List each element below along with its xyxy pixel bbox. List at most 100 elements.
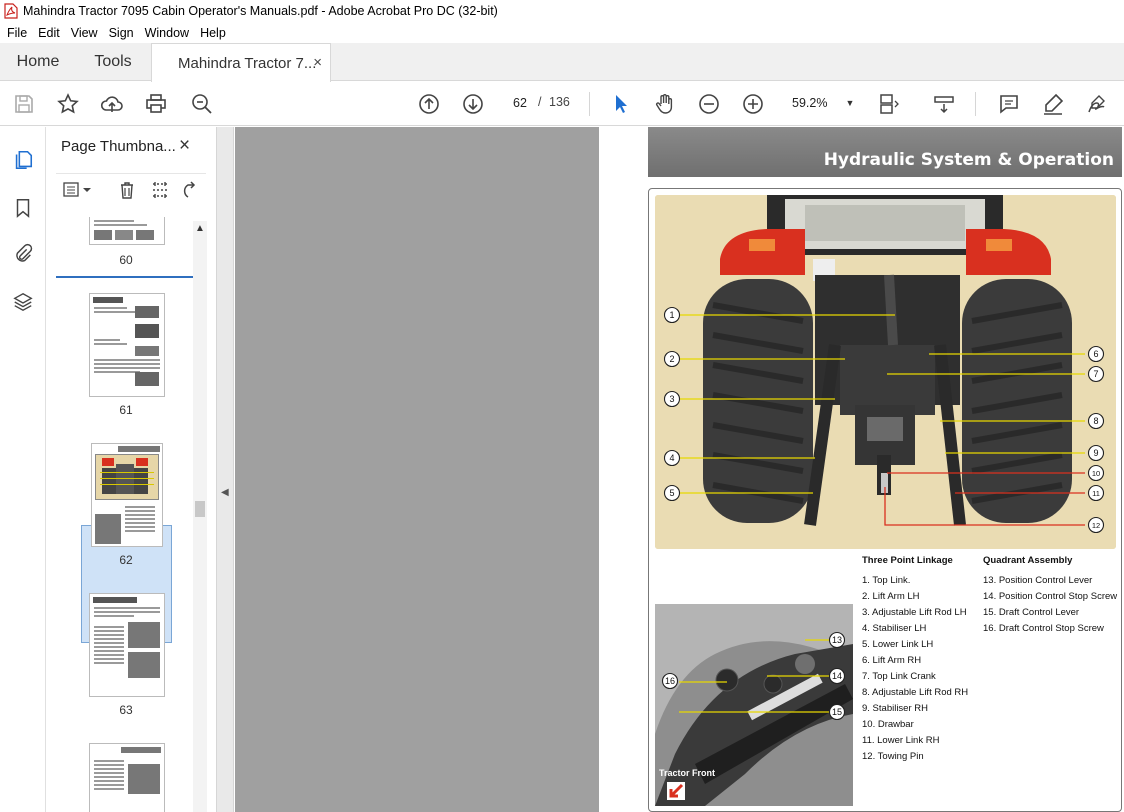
thumbnail-page[interactable] xyxy=(89,217,165,245)
tractor-front-caption: Tractor Front xyxy=(659,768,715,778)
toolbar-divider xyxy=(975,92,976,116)
list-item: 14. Position Control Stop Screw xyxy=(983,591,1118,602)
callout-label: 14 xyxy=(832,671,842,681)
tractor-illustration: 1 2 3 4 5 6 7 8 9 10 11 12 xyxy=(655,195,1116,549)
list-item: 1. Top Link. xyxy=(862,575,911,586)
list-item: 16. Draft Control Stop Screw xyxy=(983,623,1104,634)
tab-document[interactable]: Mahindra Tractor 7... × xyxy=(151,43,331,82)
zoom-value: 59.2% xyxy=(792,96,828,110)
tab-home[interactable]: Home xyxy=(0,43,76,81)
title-bar: Mahindra Tractor 7095 Cabin Operator's M… xyxy=(0,0,1124,22)
page-thumbnails-icon[interactable] xyxy=(10,147,36,173)
menu-window[interactable]: Window xyxy=(141,26,193,40)
attachment-icon[interactable] xyxy=(10,241,36,267)
thumbnail-progress-bar xyxy=(56,276,193,278)
highlight-pen-icon[interactable] xyxy=(1039,90,1067,118)
callout-label: 12 xyxy=(1092,521,1100,530)
rotate-icon[interactable] xyxy=(180,180,202,200)
list-item: 11. Lower Link RH xyxy=(862,735,940,746)
window-title: Mahindra Tractor 7095 Cabin Operator's M… xyxy=(23,4,498,18)
pdf-page: Hydraulic System & Operation 1 2 3 4 5 6… xyxy=(599,127,1124,812)
callout-label: 10 xyxy=(1092,469,1100,478)
thumbnail-list: 60 61 62 63 xyxy=(46,217,196,812)
callout-label: 5 xyxy=(669,488,674,498)
zoom-in-icon[interactable] xyxy=(739,90,767,118)
page-up-icon[interactable] xyxy=(415,90,443,118)
bookmark-icon[interactable] xyxy=(10,195,36,221)
pdf-app-icon xyxy=(4,3,18,19)
hand-icon[interactable] xyxy=(651,90,679,118)
callout-label: 8 xyxy=(1093,416,1098,426)
menu-sign[interactable]: Sign xyxy=(105,26,138,40)
menu-file[interactable]: File xyxy=(3,26,31,40)
chevron-up-icon[interactable]: ▲ xyxy=(195,223,205,234)
section-title: Hydraulic System & Operation xyxy=(823,150,1114,170)
list-item: 5. Lower Link LH xyxy=(862,639,934,650)
menu-help[interactable]: Help xyxy=(196,26,230,40)
upload-icon[interactable] xyxy=(98,90,126,118)
callout-label: 11 xyxy=(1092,489,1100,498)
insert-pages-icon[interactable] xyxy=(149,180,171,200)
page-down-icon[interactable] xyxy=(459,90,487,118)
thumbnail-label: 62 xyxy=(119,553,133,567)
callout-label: 7 xyxy=(1093,369,1098,379)
panel-splitter[interactable]: ◀ xyxy=(216,127,234,812)
document-view[interactable]: Hydraulic System & Operation 1 2 3 4 5 6… xyxy=(235,127,1124,812)
list-item: 2. Lift Arm LH xyxy=(862,591,920,602)
total-pages: 136 xyxy=(549,95,570,109)
collapse-panel-icon[interactable]: ◀ xyxy=(221,487,229,498)
list-item: 6. Lift Arm RH xyxy=(862,655,922,666)
tab-bar: Home Tools Mahindra Tractor 7... × xyxy=(0,43,1124,82)
sign-icon[interactable] xyxy=(1083,90,1111,118)
list-item: 13. Position Control Lever xyxy=(983,575,1093,586)
layers-icon[interactable] xyxy=(10,289,36,315)
callout-label: 4 xyxy=(669,453,674,463)
thumbnail-page[interactable] xyxy=(89,593,165,697)
callout-label: 3 xyxy=(669,394,674,404)
thumbnail-page-selected[interactable] xyxy=(91,443,163,547)
scrollbar-thumb[interactable] xyxy=(195,501,205,517)
list-item: 9. Stabiliser RH xyxy=(862,703,928,714)
delete-icon[interactable] xyxy=(116,180,138,200)
search-zoom-icon[interactable] xyxy=(188,90,216,118)
tab-close-icon[interactable]: × xyxy=(313,54,322,71)
list-item: 10. Drawbar xyxy=(862,719,914,730)
fit-width-icon[interactable] xyxy=(874,90,902,118)
quadrant-list: 13. Position Control Lever 14. Position … xyxy=(983,573,1117,637)
tab-document-label: Mahindra Tractor 7... xyxy=(178,54,317,72)
close-icon[interactable]: × xyxy=(179,135,190,157)
zoom-out-icon[interactable] xyxy=(695,90,723,118)
list-item: 3. Adjustable Lift Rod LH xyxy=(862,607,967,618)
star-icon[interactable] xyxy=(54,90,82,118)
quadrant-image: 13 14 15 16 Tractor Front xyxy=(655,604,853,806)
thumbnail-label: 61 xyxy=(119,403,133,417)
scroll-mode-icon[interactable] xyxy=(930,90,958,118)
callout-label: 1 xyxy=(669,310,674,320)
quadrant-illustration: 13 14 15 16 Tractor Front xyxy=(655,604,853,806)
save-icon[interactable] xyxy=(10,90,38,118)
left-rail xyxy=(0,127,46,812)
thumbnail-page[interactable] xyxy=(89,293,165,397)
thumbnail-options-icon[interactable] xyxy=(60,180,96,200)
thumbnail-page[interactable] xyxy=(89,743,165,812)
list-item: 4. Stabiliser LH xyxy=(862,623,927,634)
callout-label: 16 xyxy=(665,676,675,686)
thumbnail-label: 60 xyxy=(119,253,133,267)
page-separator: / xyxy=(538,95,542,109)
print-icon[interactable] xyxy=(142,90,170,118)
page-number-input[interactable]: 62 xyxy=(505,91,535,115)
callout-label: 2 xyxy=(669,354,674,364)
zoom-select[interactable]: 59.2% ▼ xyxy=(786,91,856,115)
comment-icon[interactable] xyxy=(995,90,1023,118)
list-item: 8. Adjustable Lift Rod RH xyxy=(862,687,969,698)
thumbnail-label: 63 xyxy=(119,703,133,717)
menu-edit[interactable]: Edit xyxy=(34,26,64,40)
select-cursor-icon[interactable] xyxy=(607,90,635,118)
main-toolbar: 62 / 136 59.2% ▼ xyxy=(0,82,1124,126)
tab-tools[interactable]: Tools xyxy=(76,43,150,81)
three-point-heading: Three Point Linkage xyxy=(862,555,953,566)
figure-frame: 1 2 3 4 5 6 7 8 9 10 11 12 Three Point L… xyxy=(648,188,1122,812)
quadrant-heading: Quadrant Assembly xyxy=(983,555,1073,566)
thumbnail-scrollbar[interactable]: ▲ xyxy=(193,221,207,812)
menu-view[interactable]: View xyxy=(67,26,102,40)
